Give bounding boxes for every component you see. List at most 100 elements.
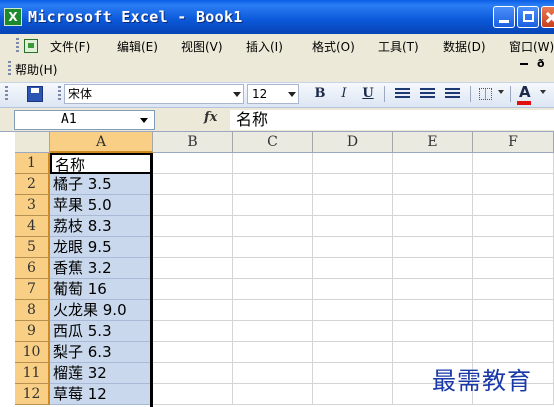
empty-cell[interactable]: [313, 174, 393, 195]
align-center-icon[interactable]: [420, 88, 435, 100]
empty-cell[interactable]: [313, 258, 393, 279]
cell-a[interactable]: 火龙果 9.0: [50, 300, 153, 321]
empty-cell[interactable]: [473, 216, 554, 237]
menu-tools[interactable]: 工具(T): [378, 38, 419, 55]
column-header-e[interactable]: E: [393, 132, 473, 153]
empty-cell[interactable]: [153, 174, 233, 195]
insert-function-button[interactable]: fx: [204, 110, 217, 125]
cell-a[interactable]: 梨子 6.3: [50, 342, 153, 363]
font-name-select[interactable]: 宋体: [64, 84, 244, 104]
cell-a[interactable]: 苹果 5.0: [50, 195, 153, 216]
menu-data[interactable]: 数据(D): [443, 38, 486, 55]
empty-cell[interactable]: [233, 321, 313, 342]
formula-input[interactable]: 名称: [230, 110, 554, 130]
column-header-b[interactable]: B: [153, 132, 233, 153]
column-header-f[interactable]: F: [473, 132, 554, 153]
empty-cell[interactable]: [153, 216, 233, 237]
row-header[interactable]: 3: [15, 195, 50, 216]
empty-cell[interactable]: [233, 279, 313, 300]
empty-cell[interactable]: [233, 363, 313, 384]
empty-cell[interactable]: [233, 384, 313, 405]
empty-cell[interactable]: [473, 153, 554, 174]
chevron-down-icon[interactable]: [140, 118, 148, 123]
empty-cell[interactable]: [393, 153, 473, 174]
empty-cell[interactable]: [313, 342, 393, 363]
empty-cell[interactable]: [393, 279, 473, 300]
close-button[interactable]: [541, 6, 554, 28]
column-header-a[interactable]: A: [50, 132, 153, 153]
empty-cell[interactable]: [313, 300, 393, 321]
cell-a[interactable]: 香蕉 3.2: [50, 258, 153, 279]
save-icon[interactable]: [27, 86, 43, 102]
empty-cell[interactable]: [233, 195, 313, 216]
row-header[interactable]: 11: [15, 363, 50, 384]
row-header[interactable]: 2: [15, 174, 50, 195]
empty-cell[interactable]: [313, 195, 393, 216]
empty-cell[interactable]: [393, 321, 473, 342]
cell-a[interactable]: 荔枝 8.3: [50, 216, 153, 237]
cell-a[interactable]: 草莓 12: [50, 384, 153, 405]
menubar-grip-icon[interactable]: [16, 38, 19, 52]
empty-cell[interactable]: [153, 363, 233, 384]
select-all-corner[interactable]: [15, 132, 50, 153]
empty-cell[interactable]: [153, 195, 233, 216]
empty-cell[interactable]: [233, 174, 313, 195]
cell-a[interactable]: 橘子 3.5: [50, 174, 153, 195]
empty-cell[interactable]: [153, 279, 233, 300]
cell-a[interactable]: 龙眼 9.5: [50, 237, 153, 258]
empty-cell[interactable]: [393, 300, 473, 321]
align-left-icon[interactable]: [395, 88, 410, 100]
empty-cell[interactable]: [233, 153, 313, 174]
empty-cell[interactable]: [153, 342, 233, 363]
font-size-select[interactable]: 12: [247, 84, 299, 104]
empty-cell[interactable]: [393, 174, 473, 195]
empty-cell[interactable]: [153, 300, 233, 321]
row-header[interactable]: 8: [15, 300, 50, 321]
italic-button[interactable]: I: [334, 85, 354, 103]
menu-format[interactable]: 格式(O): [312, 38, 355, 55]
underline-button[interactable]: U: [358, 85, 378, 103]
font-color-button[interactable]: A: [519, 83, 531, 101]
empty-cell[interactable]: [473, 342, 554, 363]
cell-a[interactable]: 葡萄 16: [50, 279, 153, 300]
toolbar-grip-icon[interactable]: [5, 86, 8, 102]
row-header[interactable]: 5: [15, 237, 50, 258]
chevron-down-icon[interactable]: [540, 90, 546, 94]
row-header[interactable]: 10: [15, 342, 50, 363]
column-header-d[interactable]: D: [313, 132, 393, 153]
menu-file[interactable]: 文件(F): [50, 38, 90, 55]
empty-cell[interactable]: [473, 174, 554, 195]
empty-cell[interactable]: [473, 279, 554, 300]
empty-cell[interactable]: [473, 195, 554, 216]
workbook-minimize-icon[interactable]: [520, 63, 528, 65]
workbook-restore-icon[interactable]: ð: [537, 57, 545, 70]
empty-cell[interactable]: [153, 153, 233, 174]
empty-cell[interactable]: [393, 216, 473, 237]
row-header[interactable]: 9: [15, 321, 50, 342]
align-right-icon[interactable]: [445, 88, 460, 100]
empty-cell[interactable]: [313, 321, 393, 342]
empty-cell[interactable]: [473, 321, 554, 342]
empty-cell[interactable]: [153, 384, 233, 405]
row-header[interactable]: 4: [15, 216, 50, 237]
workbook-icon[interactable]: [24, 39, 38, 53]
row-header[interactable]: 12: [15, 384, 50, 405]
toolbar2-grip-icon[interactable]: [58, 86, 61, 102]
empty-cell[interactable]: [313, 216, 393, 237]
empty-cell[interactable]: [233, 300, 313, 321]
chevron-down-icon[interactable]: [498, 90, 504, 94]
menu-window[interactable]: 窗口(W): [509, 38, 554, 55]
bold-button[interactable]: B: [310, 85, 330, 103]
empty-cell[interactable]: [233, 216, 313, 237]
minimize-button[interactable]: [493, 6, 515, 28]
menubar2-grip-icon[interactable]: [8, 61, 11, 75]
empty-cell[interactable]: [473, 258, 554, 279]
cell-a[interactable]: 榴莲 32: [50, 363, 153, 384]
empty-cell[interactable]: [233, 342, 313, 363]
column-header-c[interactable]: C: [233, 132, 313, 153]
empty-cell[interactable]: [313, 237, 393, 258]
empty-cell[interactable]: [473, 300, 554, 321]
empty-cell[interactable]: [393, 342, 473, 363]
empty-cell[interactable]: [153, 258, 233, 279]
empty-cell[interactable]: [473, 237, 554, 258]
